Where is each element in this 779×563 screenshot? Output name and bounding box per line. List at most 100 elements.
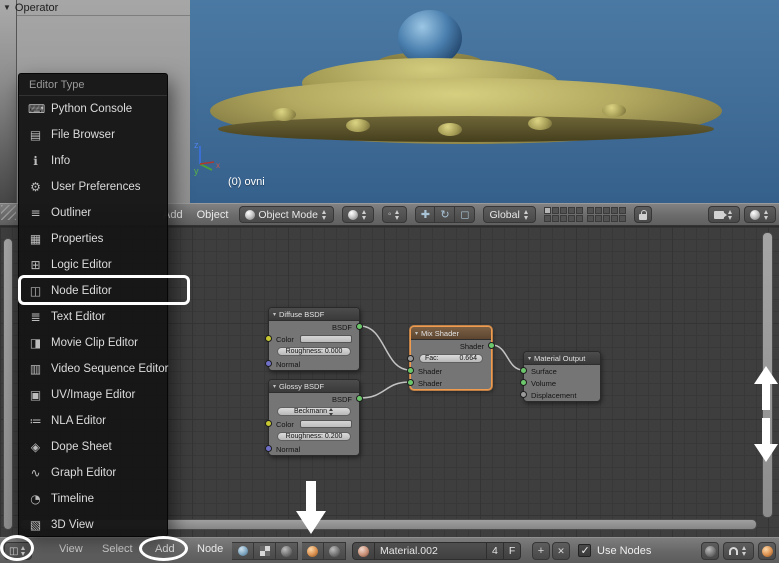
node-menu-select[interactable]: Select (99, 543, 136, 555)
lock-button[interactable] (633, 206, 652, 223)
layer-toggle[interactable] (551, 215, 559, 222)
socket-color-input[interactable] (265, 335, 272, 342)
layer-toggle[interactable] (567, 207, 575, 214)
object-shader-button[interactable] (302, 542, 324, 560)
material-users-button[interactable]: 4 (487, 542, 504, 560)
layer-toggle[interactable] (567, 215, 575, 222)
texture-nodes-button[interactable] (254, 542, 276, 560)
menu-item-info[interactable]: ℹ Info (19, 148, 167, 174)
pin-button[interactable] (758, 542, 776, 560)
updown-arrows-icon (361, 209, 368, 220)
translate-manipulator-button[interactable]: ✚ (415, 206, 436, 223)
view3d-menu-object[interactable]: Object (194, 209, 232, 221)
socket-surface-input[interactable] (520, 367, 527, 374)
world-shader-button[interactable] (324, 542, 346, 560)
layer-toggle[interactable] (543, 215, 551, 222)
use-nodes-checkbox[interactable] (578, 544, 591, 557)
socket-shader-input-2[interactable] (407, 379, 414, 386)
new-material-button[interactable]: + (532, 542, 550, 560)
fake-user-button[interactable]: F (503, 542, 522, 560)
menu-item-logic-editor[interactable]: ⊞ Logic Editor (19, 252, 167, 278)
layer-toggle[interactable] (559, 215, 567, 222)
color-swatch[interactable] (299, 420, 352, 428)
menu-item-properties[interactable]: ▦ Properties (19, 226, 167, 252)
layer-toggle[interactable] (551, 207, 559, 214)
region-resize-handle[interactable] (1, 205, 16, 220)
shading-dropdown[interactable] (341, 206, 374, 223)
layer-toggle[interactable] (618, 215, 626, 222)
layer-toggle[interactable] (559, 207, 567, 214)
render-preview-dropdown[interactable] (708, 206, 740, 223)
color-swatch[interactable] (299, 335, 352, 343)
socket-bsdf-output[interactable] (356, 323, 363, 330)
orientation-dropdown[interactable]: Global (483, 206, 536, 223)
menu-item-uv-image-editor[interactable]: ▣ UV/Image Editor (19, 382, 167, 408)
vertical-scrollbar[interactable] (762, 232, 773, 518)
scale-manipulator-button[interactable]: ◻ (455, 206, 476, 223)
node-glossy-bsdf[interactable]: ▾ Glossy BSDF BSDF Beckmann Color Roughne… (265, 379, 363, 456)
menu-item-nla-editor[interactable]: ≔ NLA Editor (19, 408, 167, 434)
output-label: BSDF (331, 394, 352, 404)
layer-toggle[interactable] (586, 215, 594, 222)
layer-toggle[interactable] (575, 207, 583, 214)
shader-input-label: Shader (418, 378, 443, 388)
menu-item-movie-clip-editor[interactable]: ◨ Movie Clip Editor (19, 330, 167, 356)
node-mix-shader[interactable]: ▾ Mix Shader Shader Fac: 0.664 Shader Shad… (407, 326, 495, 390)
layer-toggle[interactable] (586, 207, 594, 214)
menu-item-outliner[interactable]: ≡ Outliner (19, 200, 167, 226)
socket-volume-input[interactable] (520, 379, 527, 386)
layer-toggle[interactable] (610, 215, 618, 222)
unlink-material-button[interactable]: ✕ (552, 542, 570, 560)
roughness-slider[interactable]: Roughness: 0.200 (277, 432, 351, 441)
socket-shader-output[interactable] (488, 342, 495, 349)
menu-item-user-preferences[interactable]: ⚙ User Preferences (19, 174, 167, 200)
layer-toggle[interactable] (618, 207, 626, 214)
menu-item-file-browser[interactable]: ▤ File Browser (19, 122, 167, 148)
socket-displacement-input[interactable] (520, 391, 527, 398)
material-name-field[interactable]: Material.002 (375, 542, 487, 560)
editor-type-button[interactable]: ◫ (4, 542, 33, 560)
node-menu-view[interactable]: View (56, 543, 86, 555)
layer-toggle[interactable] (575, 215, 583, 222)
distribution-dropdown[interactable]: Beckmann (277, 407, 351, 416)
material-nodes-button[interactable] (232, 542, 254, 560)
socket-normal-input[interactable] (265, 360, 272, 367)
socket-shader-input-1[interactable] (407, 367, 414, 374)
socket-bsdf-output[interactable] (356, 395, 363, 402)
menu-item-dope-sheet[interactable]: ◈ Dope Sheet (19, 434, 167, 460)
layer-toggle[interactable] (602, 207, 610, 214)
menu-item-node-editor[interactable]: ◫ Node Editor (19, 278, 167, 304)
render-display-dropdown[interactable] (744, 206, 776, 223)
roughness-slider[interactable]: Roughness: 0.000 (277, 347, 351, 356)
surface-label: Surface (531, 366, 557, 376)
socket-fac-input[interactable] (407, 354, 414, 362)
socket-normal-input[interactable] (265, 445, 272, 452)
layer-toggle[interactable] (543, 207, 551, 214)
parent-node-tree-button[interactable] (701, 542, 719, 560)
compositing-nodes-button[interactable] (276, 542, 298, 560)
node-menu-node[interactable]: Node (194, 543, 226, 555)
node-material-output[interactable]: ▾ Material Output Surface Volume Displace… (520, 351, 601, 402)
menu-item-timeline[interactable]: ◔ Timeline (19, 486, 167, 512)
socket-color-input[interactable] (265, 420, 272, 427)
pivot-dropdown[interactable]: ◦ (381, 206, 408, 223)
menu-item-graph-editor[interactable]: ∿ Graph Editor (19, 460, 167, 486)
mode-dropdown[interactable]: Object Mode (239, 206, 334, 223)
node-diffuse-bsdf[interactable]: ▾ Diffuse BSDF BSDF Color Roughness: 0.00… (265, 307, 363, 371)
snap-dropdown[interactable] (723, 542, 754, 560)
layer-toggle[interactable] (594, 215, 602, 222)
updown-arrows-icon (329, 407, 334, 416)
menu-item-python-console[interactable]: ⌨ Python Console (19, 96, 167, 122)
menu-item-video-sequence-editor[interactable]: ▥ Video Sequence Editor (19, 356, 169, 382)
node-menu-add[interactable]: Add (152, 543, 178, 555)
rotate-manipulator-button[interactable]: ↻ (435, 206, 456, 223)
left-scrollbar[interactable] (3, 238, 13, 530)
operator-panel-header[interactable]: ▼ Operator (3, 0, 58, 15)
menu-item-3d-view[interactable]: ▧ 3D View (19, 512, 167, 538)
layer-toggle[interactable] (602, 215, 610, 222)
material-browse-button[interactable] (352, 542, 375, 560)
menu-item-text-editor[interactable]: ≣ Text Editor (19, 304, 167, 330)
layer-toggle[interactable] (610, 207, 618, 214)
fac-slider[interactable]: Fac: 0.664 (419, 354, 483, 363)
layer-toggle[interactable] (594, 207, 602, 214)
